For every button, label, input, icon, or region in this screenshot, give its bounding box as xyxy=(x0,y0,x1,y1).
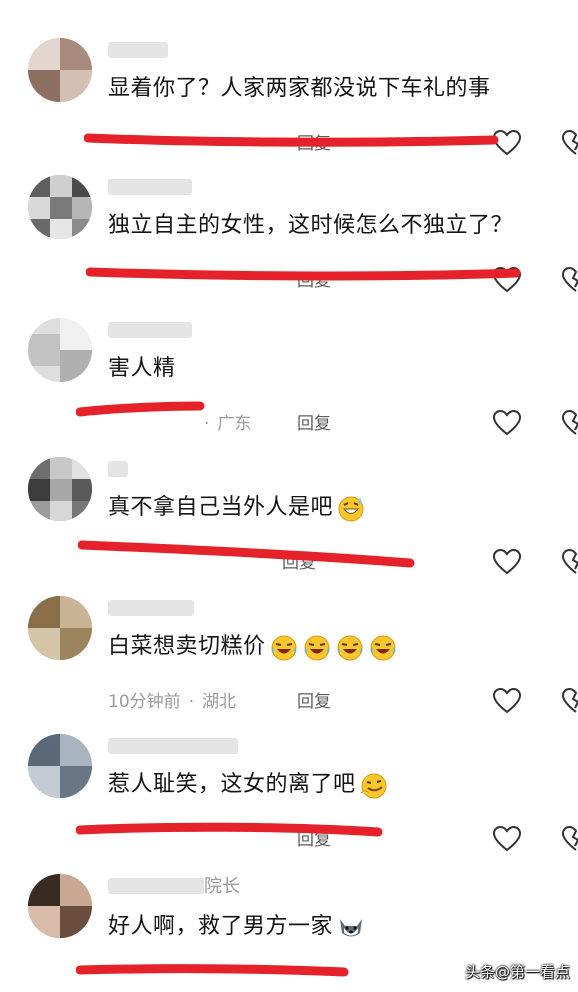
broken-heart-icon[interactable] xyxy=(562,688,578,714)
laughing-tears-emoji-icon xyxy=(337,635,363,661)
comment-meta: · 广东 xyxy=(204,414,252,434)
reply-button[interactable]: 回复 xyxy=(297,414,331,434)
comment-text-body: 真不拿自己当外人是吧 xyxy=(108,495,334,520)
comment-text-body: 白菜想卖切糕价 xyxy=(108,634,266,659)
reply-button[interactable]: 回复 xyxy=(282,553,316,573)
laughing-tears-emoji-icon xyxy=(304,635,330,661)
laughing-tears-emoji-icon xyxy=(271,635,297,661)
broken-heart-icon[interactable] xyxy=(562,410,578,436)
heart-icon[interactable] xyxy=(493,410,521,436)
sly-grin-emoji-icon xyxy=(360,773,387,799)
red-underline xyxy=(84,133,499,147)
comment-text: 独立自主的女性，这时候怎么不独立了？ xyxy=(108,213,514,238)
avatar[interactable] xyxy=(28,734,92,798)
username[interactable] xyxy=(108,738,238,754)
red-underline xyxy=(78,540,415,568)
username[interactable] xyxy=(108,878,204,894)
heart-icon[interactable] xyxy=(493,130,521,156)
reply-button[interactable]: 回复 xyxy=(297,692,331,712)
broken-heart-icon[interactable] xyxy=(562,130,578,156)
comment-text: 显着你了？人家两家都没说下车礼的事 xyxy=(108,76,491,101)
reply-button[interactable]: 回复 xyxy=(297,134,331,154)
username[interactable] xyxy=(108,42,168,58)
avatar[interactable] xyxy=(28,457,92,521)
comment-text-body: 惹人耻笑，这女的离了吧 xyxy=(108,772,356,797)
username[interactable] xyxy=(108,322,192,338)
heart-icon[interactable] xyxy=(493,688,521,714)
broken-heart-icon[interactable] xyxy=(562,267,578,293)
heart-icon[interactable] xyxy=(493,549,521,575)
heart-icon[interactable] xyxy=(493,267,521,293)
red-underline xyxy=(76,964,349,977)
grin-sweat-emoji-icon xyxy=(338,496,364,522)
comment-text: 白菜想卖切糕价 xyxy=(108,632,398,662)
reply-button[interactable]: 回复 xyxy=(297,830,331,850)
username[interactable] xyxy=(108,600,194,616)
avatar[interactable] xyxy=(28,874,92,938)
comment-text: 惹人耻笑，这女的离了吧 xyxy=(108,770,389,800)
comment-meta: 10分钟前 · 湖北 xyxy=(108,692,237,712)
meta-location: 广东 xyxy=(217,414,252,434)
heart-icon[interactable] xyxy=(493,826,521,852)
comment-text-body: 好人啊，救了男方一家 xyxy=(108,914,334,939)
username[interactable] xyxy=(108,461,128,477)
comment-list: 显着你了？人家两家都没说下车礼的事 回复 独立自主的女性，这时候怎么不独立了？ … xyxy=(0,0,578,992)
laughing-tears-emoji-icon xyxy=(370,635,396,661)
avatar[interactable] xyxy=(28,175,92,239)
avatar[interactable] xyxy=(28,318,92,382)
reply-button[interactable]: 回复 xyxy=(297,271,331,291)
comment-text: 好人啊，救了男方一家 xyxy=(108,912,366,942)
broken-heart-icon[interactable] xyxy=(562,549,578,575)
watermark: 头条@第一看点 xyxy=(464,963,570,981)
meta-time: 10分钟前 xyxy=(108,692,181,712)
username[interactable] xyxy=(108,179,192,195)
broken-heart-icon[interactable] xyxy=(562,826,578,852)
red-underline xyxy=(76,822,383,837)
meta-location: 湖北 xyxy=(202,692,237,712)
husky-dog-emoji-icon xyxy=(340,919,363,937)
avatar[interactable] xyxy=(28,38,92,102)
comment-text: 真不拿自己当外人是吧 xyxy=(108,493,366,523)
comment-text: 害人精 xyxy=(108,356,176,381)
avatar[interactable] xyxy=(28,596,92,660)
username-fragment: 院长 xyxy=(204,876,240,897)
